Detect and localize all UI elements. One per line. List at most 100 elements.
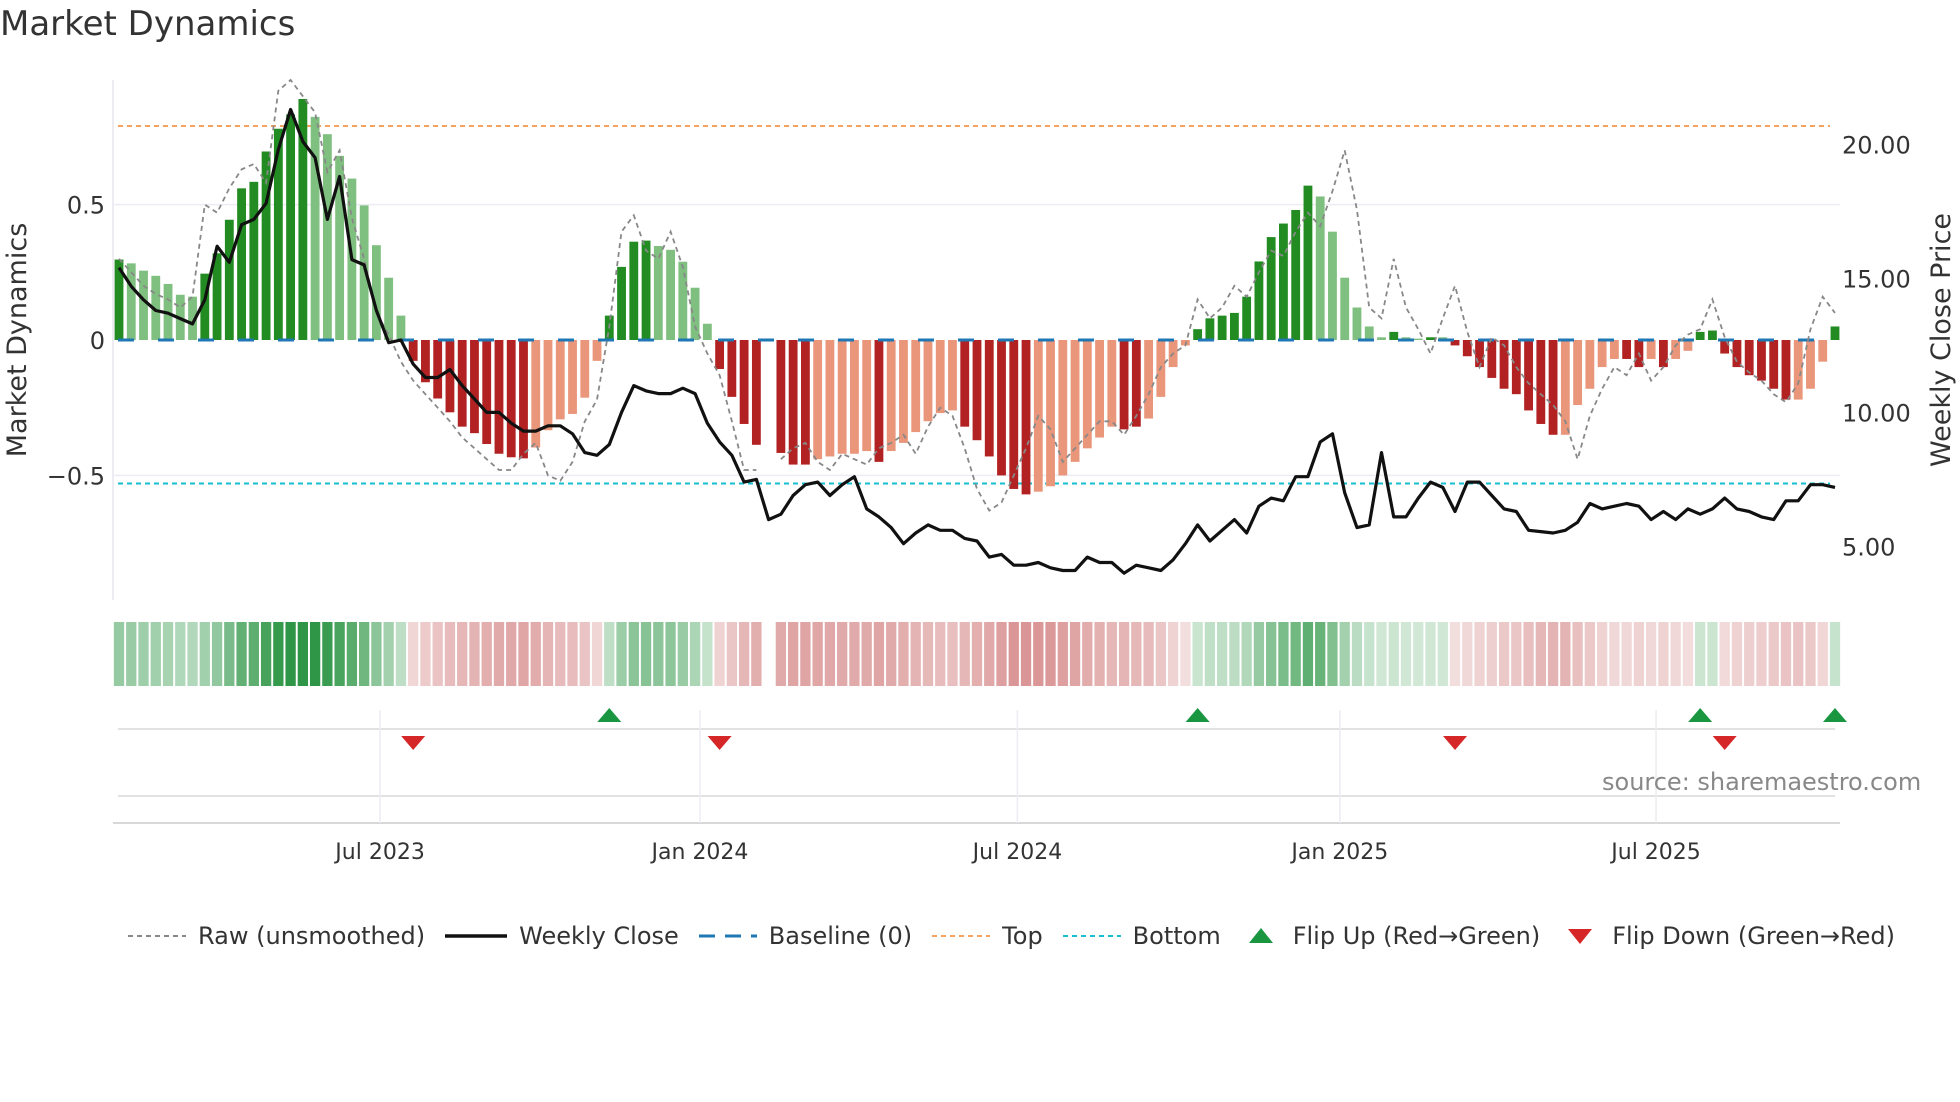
regime-strip-cell bbox=[1069, 622, 1081, 686]
regime-strip-cell bbox=[1302, 622, 1314, 686]
momentum-bar bbox=[800, 340, 810, 465]
regime-strip-cell bbox=[113, 622, 125, 686]
momentum-bar bbox=[580, 340, 590, 398]
momentum-bar bbox=[776, 340, 786, 453]
source-credit: source: sharemaestro.com bbox=[1602, 768, 1922, 796]
regime-strip-cell bbox=[591, 622, 603, 686]
regime-strip-cell bbox=[886, 622, 897, 686]
regime-strip-cell bbox=[910, 622, 921, 686]
regime-strip-cell bbox=[1498, 622, 1510, 686]
momentum-bar bbox=[1413, 338, 1423, 340]
regime-strip-cell bbox=[677, 622, 688, 686]
regime-strip-cell bbox=[518, 622, 529, 686]
regime-strip-cell bbox=[506, 622, 517, 686]
y2-tick-label: 20.00 bbox=[1842, 131, 1911, 159]
momentum-bar bbox=[690, 287, 700, 340]
regime-strip-cell bbox=[1449, 622, 1461, 686]
x-tick-label: Jul 2024 bbox=[971, 840, 1063, 865]
regime-strip-cell bbox=[653, 622, 664, 686]
momentum-bar bbox=[1426, 337, 1435, 340]
legend-flip-down: Flip Down (Green→Red) bbox=[1560, 922, 1895, 950]
regime-strip-cell bbox=[138, 622, 149, 686]
regime-strip-cell bbox=[432, 622, 443, 686]
momentum-bar bbox=[1769, 340, 1779, 389]
regime-strip-cell bbox=[1572, 622, 1583, 686]
triangle-up-icon bbox=[1248, 928, 1273, 943]
regime-strip-cell bbox=[481, 622, 492, 686]
regime-strip-cell bbox=[187, 622, 198, 686]
regime-strip-cell bbox=[1768, 622, 1779, 686]
regime-strip-cell bbox=[1008, 622, 1019, 686]
x-tick-label: Jan 2025 bbox=[1289, 840, 1388, 865]
momentum-bar bbox=[1781, 340, 1791, 400]
regime-strip-cell bbox=[150, 622, 161, 686]
triangle-down-icon bbox=[1568, 929, 1593, 944]
regime-strip-cell bbox=[1621, 622, 1632, 686]
momentum-bar bbox=[678, 261, 688, 340]
regime-strip-cell bbox=[1584, 622, 1596, 686]
regime-strip-cell bbox=[285, 622, 296, 686]
momentum-bar bbox=[1573, 340, 1583, 405]
regime-strip-cell bbox=[1805, 622, 1816, 686]
momentum-bar bbox=[1328, 231, 1337, 340]
regime-strip-cell bbox=[1474, 622, 1485, 686]
regime-strip-cell bbox=[1241, 622, 1252, 686]
regime-strip-cell bbox=[1523, 622, 1534, 686]
momentum-bar bbox=[224, 219, 234, 340]
momentum-bar bbox=[617, 266, 626, 340]
regime-strip-cell bbox=[935, 622, 946, 686]
regime-strip-cell bbox=[260, 622, 272, 686]
momentum-bar bbox=[1744, 340, 1754, 376]
momentum-bar bbox=[874, 340, 884, 462]
regime-strip-cell bbox=[211, 622, 223, 686]
regime-strip-cell bbox=[236, 622, 247, 686]
regime-strip-cell bbox=[309, 622, 321, 686]
momentum-bar bbox=[862, 340, 872, 452]
regime-strip-cell bbox=[1437, 622, 1448, 686]
regime-strip-cell bbox=[1057, 622, 1068, 686]
momentum-bar bbox=[911, 340, 921, 433]
momentum-bar bbox=[1757, 340, 1766, 381]
regime-strip-cell bbox=[162, 622, 174, 686]
regime-strip-cell bbox=[175, 622, 186, 686]
regime-strip-cell bbox=[297, 622, 309, 686]
momentum-bar bbox=[1732, 340, 1742, 368]
regime-strip-cell bbox=[1278, 622, 1289, 686]
momentum-bar bbox=[568, 340, 577, 414]
momentum-bar bbox=[641, 240, 651, 340]
momentum-bar bbox=[727, 340, 737, 397]
regime-strip-cell bbox=[1253, 622, 1265, 686]
momentum-bar bbox=[1585, 340, 1595, 389]
regime-strip-cell bbox=[1315, 622, 1326, 686]
y2-tick-label: 15.00 bbox=[1842, 265, 1911, 293]
regime-strip-cell bbox=[383, 622, 394, 686]
momentum-bar bbox=[1229, 312, 1239, 340]
momentum-bar bbox=[1708, 330, 1717, 340]
regime-strip-cell bbox=[1376, 622, 1387, 686]
momentum-bar bbox=[1107, 340, 1117, 427]
momentum-bar bbox=[1144, 340, 1154, 419]
momentum-bar bbox=[1683, 340, 1693, 351]
momentum-bar bbox=[997, 340, 1006, 476]
regime-strip-cell bbox=[1045, 622, 1056, 686]
momentum-bar bbox=[1119, 340, 1129, 430]
regime-strip-cell bbox=[1731, 622, 1743, 686]
momentum-bar bbox=[935, 340, 945, 414]
regime-strip-cell bbox=[346, 622, 358, 686]
regime-strip-cell bbox=[665, 622, 676, 686]
regime-strip-cell bbox=[1462, 622, 1473, 686]
momentum-bar bbox=[237, 188, 246, 340]
momentum-bar bbox=[629, 241, 639, 340]
momentum-bar bbox=[1548, 340, 1558, 435]
momentum-bar bbox=[494, 340, 504, 454]
regime-strip-cell bbox=[469, 622, 480, 686]
momentum-bar bbox=[788, 340, 798, 465]
momentum-bar bbox=[850, 340, 859, 454]
momentum-bar bbox=[825, 340, 835, 457]
regime-strip-cell bbox=[922, 622, 934, 686]
x-tick-label: Jan 2024 bbox=[650, 840, 749, 865]
momentum-bar bbox=[1095, 340, 1104, 438]
momentum-bar bbox=[433, 340, 443, 399]
momentum-bar bbox=[310, 116, 320, 340]
regime-strip-cell bbox=[947, 622, 958, 686]
